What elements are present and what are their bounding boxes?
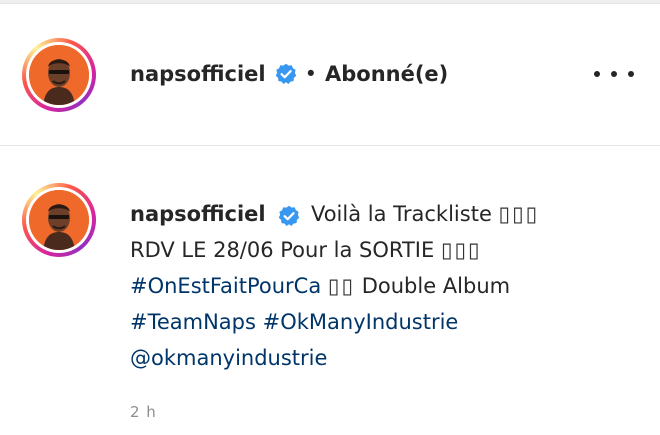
emoji-placeholder: ▯▯▯	[498, 202, 540, 226]
header-username[interactable]: napsofficiel	[130, 62, 266, 86]
caption-line-3: #OnEstFaitPourCa ▯▯ Double Album	[130, 268, 650, 304]
comment-timestamp[interactable]: 2 h	[130, 403, 157, 421]
header-line: napsofficiel • Abonné(e)	[130, 59, 448, 89]
more-dot	[594, 71, 600, 77]
avatar-image	[29, 190, 89, 250]
header-avatar[interactable]	[22, 38, 96, 112]
hashtag-link[interactable]: #OkManyIndustrie	[263, 310, 459, 334]
separator-dot: •	[304, 62, 317, 86]
comment-avatar[interactable]	[22, 183, 96, 257]
more-dot	[628, 71, 634, 77]
comment-caption: napsofficiel Voilà la Trackliste ▯▯▯ RDV…	[130, 196, 650, 376]
caption-line-2: RDV LE 28/06 Pour la SORTIE ▯▯▯	[130, 232, 650, 268]
more-options-icon[interactable]	[594, 62, 634, 86]
caption-text-3: Double Album	[361, 274, 511, 298]
caption-text-2: RDV LE 28/06 Pour la SORTIE	[130, 238, 435, 262]
emoji-placeholder: ▯▯▯	[440, 238, 482, 262]
emoji-placeholder: ▯▯	[327, 274, 356, 298]
verified-badge-icon	[275, 63, 297, 85]
avatar-gap	[26, 42, 92, 108]
more-dot	[611, 71, 617, 77]
follow-state-button[interactable]: Abonné(e)	[325, 62, 448, 86]
comment-username[interactable]: napsofficiel	[130, 202, 266, 226]
mention-link[interactable]: @okmanyindustrie	[130, 346, 327, 370]
caption-line-4: #TeamNaps #OkManyIndustrie	[130, 304, 650, 340]
verified-badge-icon	[278, 202, 300, 226]
caption-text-1: Voilà la Trackliste	[310, 202, 492, 226]
caption-line-5: @okmanyindustrie	[130, 340, 650, 376]
avatar-image	[29, 45, 89, 105]
avatar-gap	[26, 187, 92, 253]
hashtag-link[interactable]: #OnEstFaitPourCa	[130, 274, 321, 298]
hashtag-link[interactable]: #TeamNaps	[130, 310, 256, 334]
caption-line-1: napsofficiel Voilà la Trackliste ▯▯▯	[130, 196, 650, 232]
